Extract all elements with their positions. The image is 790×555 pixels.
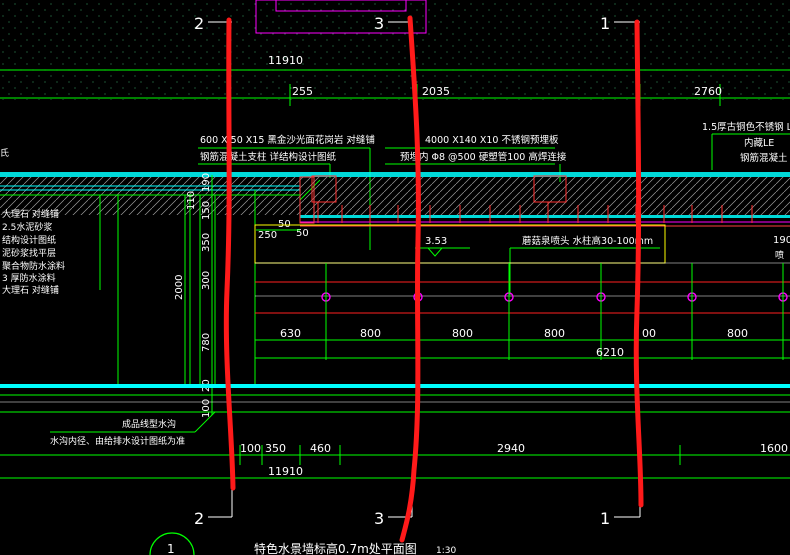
mdim-00: 00 (642, 327, 656, 340)
dim-top-255: 255 (292, 85, 313, 98)
drawing-scale: 1:30 (436, 546, 456, 555)
layer-note: 2.5水泥砂浆 (2, 221, 52, 233)
layer-note: 聚合物防水涂料 (2, 260, 65, 272)
grid-label-bottom-2: 2 (194, 509, 204, 528)
dim-top-2760: 2760 (694, 85, 722, 98)
bdim-460: 460 (310, 442, 331, 455)
note-steel-plate: 4000 X140 X10 不锈钢预埋板 (425, 134, 559, 146)
grid-label-bottom-3: 3 (374, 509, 384, 528)
mid-dims: 630 800 800 800 00 800 6210 (280, 327, 748, 359)
coping-cyan (0, 384, 790, 388)
grid-label-top-3: 3 (374, 14, 384, 33)
mdim-800a: 800 (360, 327, 381, 340)
mdim-800d: 800 (727, 327, 748, 340)
wall-bottom-cyan (300, 215, 790, 218)
mdim-sum: 6210 (596, 346, 624, 359)
note-concrete: 钢筋混凝土支柱 详结构设计图纸 (200, 151, 337, 163)
bdim-100: 100 (240, 442, 261, 455)
note-embedded: 预埋内 Φ8 @500 硬塑管100 高焊连接 (400, 151, 567, 163)
nozzles (321, 292, 788, 302)
grid-label-top-1: 1 (600, 14, 610, 33)
dim-top-2035: 2035 (422, 85, 450, 98)
dim-overall-top: 11910 (268, 54, 303, 67)
note-led: 内藏LE (744, 137, 774, 149)
vdim-190: 190 (201, 173, 212, 192)
layer-note: 大理石 对缝铺 (2, 208, 59, 220)
vdim-300: 300 (201, 271, 212, 290)
vdim-150: 150 (201, 201, 212, 220)
drain-note-1: 成品线型水沟 (122, 418, 176, 430)
layer-notes: 大理石 对缝铺 2.5水泥砂浆 结构设计图纸 泥砂浆找平层 聚合物防水涂料 3 … (2, 208, 65, 296)
bdim-1600: 1600 (760, 442, 788, 455)
mdim-630: 630 (280, 327, 301, 340)
mdim-800b: 800 (452, 327, 473, 340)
note-stainless: 1.5厚古铜色不锈钢 LO (702, 121, 790, 133)
layer-note: 大理石 对缝铺 (2, 284, 59, 296)
vdim-110: 110 (186, 191, 197, 210)
wall-top-cyan (0, 172, 790, 177)
note-concrete-right: 钢筋混凝土 (740, 152, 788, 164)
note-right-190: 190 (773, 235, 790, 246)
vdim-780: 780 (201, 333, 212, 352)
annotation-stroke-1 (633, 19, 644, 508)
grid-label-top-2: 2 (194, 14, 204, 33)
level-marker (426, 247, 444, 257)
drain-note-2: 水沟内径、由给排水设计图纸为准 (50, 435, 185, 447)
background-dots (0, 0, 790, 100)
vdim-2000: 2000 (174, 275, 185, 300)
layer-note: 3 厚防水涂料 (2, 272, 56, 284)
drawing-title: 特色水景墙标高0.7m处平面图 (254, 541, 417, 555)
pool-ticks (325, 263, 784, 360)
note-nozzle: 蘑菇泉喷头 水柱高30-100mm (522, 235, 653, 247)
layer-note: 结构设计图纸 (2, 234, 56, 246)
grid-label-bottom-1: 1 (600, 509, 610, 528)
mdim-800c: 800 (544, 327, 565, 340)
bdim-350: 350 (265, 442, 286, 455)
level-text: 3.53 (425, 236, 447, 247)
dim-250: 250 (258, 230, 277, 241)
bdim-2940: 2940 (497, 442, 525, 455)
note-left-cut: 氏 (0, 148, 9, 159)
note-stone-top: 600 X 50 X15 黑金沙光面花岗岩 对缝铺 (200, 134, 375, 146)
layer-note: 泥砂浆找平层 (2, 247, 56, 259)
bdim-overall: 11910 (268, 465, 303, 478)
cad-drawing: 2 3 1 11910 255 2035 2760 600 X 50 X15 黑… (0, 0, 790, 555)
vdim-350: 350 (201, 233, 212, 252)
detail-number: 1 (167, 542, 175, 555)
note-right-cut: 喷 (775, 250, 784, 261)
bottom-dims: 100 350 460 2940 1600 11910 (240, 442, 788, 478)
